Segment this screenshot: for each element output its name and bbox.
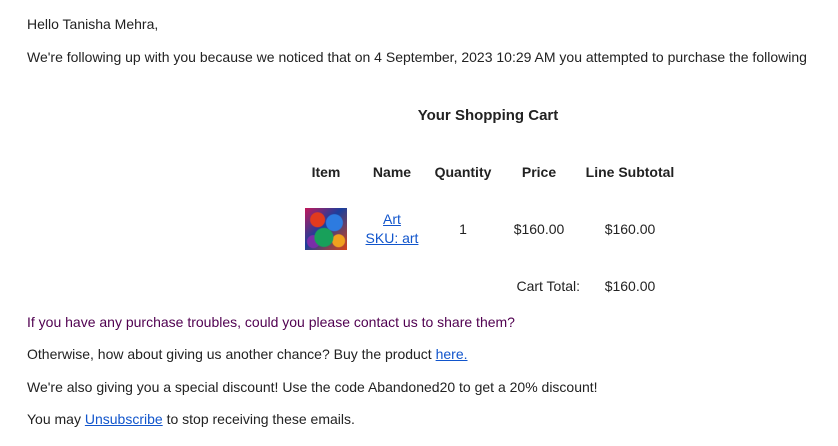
another-chance-prefix: Otherwise, how about giving us another c… — [27, 346, 436, 362]
item-price: $160.00 — [513, 221, 565, 237]
column-header-line-subtotal: Line Subtotal — [585, 164, 675, 180]
cart-total-row: Cart Total: $160.00 — [300, 266, 676, 302]
item-name-cell: Art SKU: art — [352, 188, 432, 266]
discount-text: We're also giving you a special discount… — [27, 379, 598, 395]
cart-total-value: $160.00 — [604, 278, 656, 294]
column-header-price: Price — [521, 164, 557, 180]
cart-title: Your Shopping Cart — [417, 107, 559, 124]
column-header-quantity: Quantity — [434, 164, 492, 180]
column-header-name: Name — [372, 164, 412, 180]
item-quantity: 1 — [459, 221, 467, 237]
intro-text: We're following up with you because we n… — [27, 49, 807, 65]
unsubscribe-suffix: to stop receiving these emails. — [162, 411, 355, 427]
empty-cell — [300, 266, 494, 302]
buy-product-link[interactable]: here. — [436, 346, 468, 362]
shopping-cart-table: Item Name Quantity Price Line Subtotal A… — [300, 156, 676, 302]
item-line-subtotal: $160.00 — [604, 221, 656, 237]
cart-header-row: Item Name Quantity Price Line Subtotal — [300, 156, 676, 188]
greeting: Hello Tanisha Mehra, — [27, 16, 159, 32]
unsubscribe-link[interactable]: Unsubscribe — [85, 411, 163, 427]
unsubscribe-text: You may Unsubscribe to stop receiving th… — [27, 410, 355, 428]
artwork-thumbnail-image[interactable] — [305, 208, 347, 250]
product-name-link[interactable]: Art — [352, 210, 432, 229]
unsubscribe-prefix: You may — [27, 411, 85, 427]
table-row: Art SKU: art 1 $160.00 $160.00 — [300, 188, 676, 266]
cart-total-label: Cart Total: — [516, 278, 580, 294]
item-image-cell — [300, 188, 352, 266]
purchase-troubles-text: If you have any purchase troubles, could… — [27, 314, 515, 330]
column-header-item: Item — [311, 164, 341, 180]
product-sku-link[interactable]: SKU: art — [352, 229, 432, 248]
another-chance-text: Otherwise, how about giving us another c… — [27, 345, 468, 363]
